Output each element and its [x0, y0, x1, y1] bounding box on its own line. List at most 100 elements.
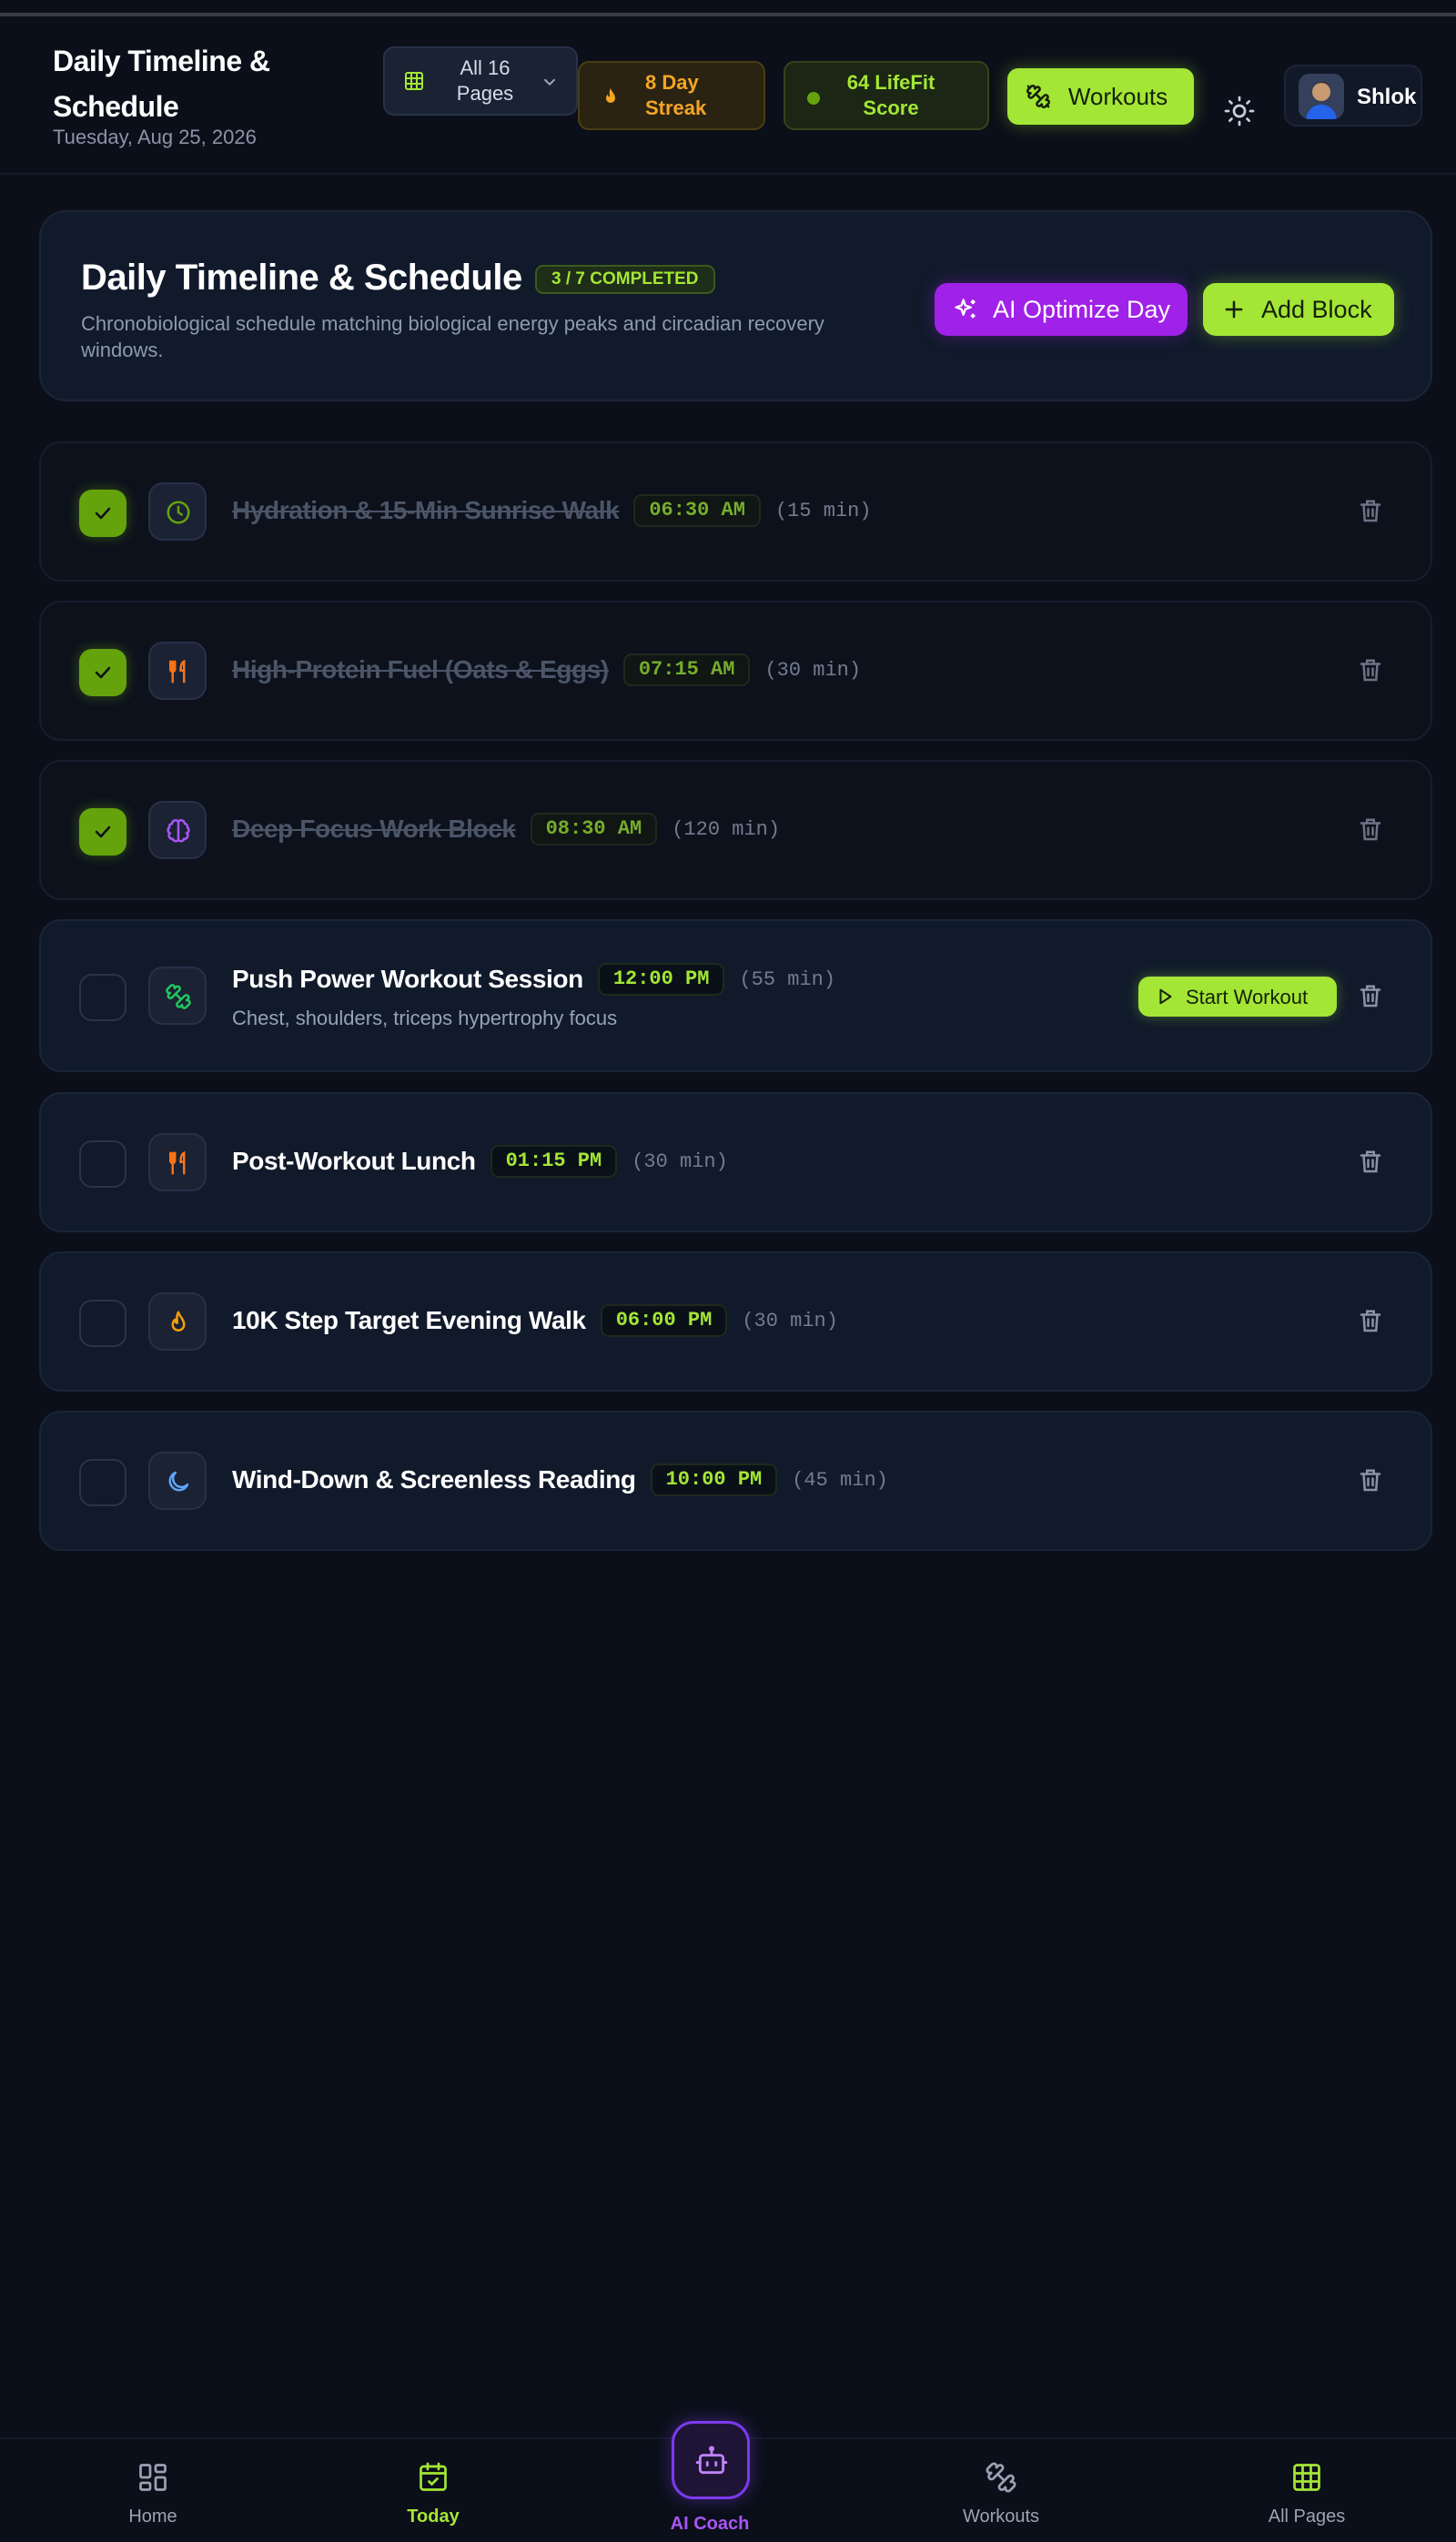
- trash-icon[interactable]: [1357, 816, 1384, 844]
- nav-home[interactable]: Home: [62, 2439, 244, 2542]
- nav-today-label: Today: [407, 2507, 460, 2527]
- completion-checkbox[interactable]: [79, 974, 126, 1021]
- activity-icon-tile: [148, 801, 207, 859]
- calendar-check-icon: [420, 2462, 447, 2491]
- nav-home-label: Home: [128, 2507, 177, 2527]
- header-title: Daily Timeline & Schedule: [53, 45, 270, 123]
- row-title-line: Hydration & 15-Min Sunrise Walk 06:30 AM…: [232, 494, 872, 527]
- moon-icon: [168, 1471, 189, 1492]
- activity-duration: (30 min): [764, 658, 862, 682]
- plus-icon: [1225, 300, 1243, 319]
- activity-time: 10:00 PM: [650, 1463, 778, 1496]
- activity-icon-tile: [148, 967, 207, 1025]
- row-title-line: Deep Focus Work Block 08:30 AM (120 min): [232, 813, 780, 846]
- user-menu[interactable]: Shlok: [1284, 65, 1422, 127]
- user-name: Shlok: [1357, 85, 1417, 109]
- add-block-label: Add Block: [1261, 296, 1372, 323]
- dashboard-icon: [139, 2464, 167, 2491]
- activity-icon-tile: [148, 1133, 207, 1191]
- trash-icon[interactable]: [1357, 1149, 1384, 1176]
- activity-icon-tile: [148, 642, 207, 700]
- activity-name: Deep Focus Work Block: [232, 815, 516, 843]
- streak-label: 8 Day Streak: [645, 71, 707, 119]
- completion-checkbox[interactable]: [79, 490, 126, 537]
- lifefit-score-label: 64 LifeFit Score: [846, 71, 935, 119]
- check-icon: [95, 507, 111, 520]
- streak-badge[interactable]: 8 Day Streak: [578, 61, 765, 130]
- avatar: [1299, 74, 1344, 119]
- timeline-row[interactable]: Wind-Down & Screenless Reading 10:00 PM …: [39, 1411, 1432, 1551]
- start-workout-label: Start Workout: [1186, 986, 1309, 1008]
- sparkles-icon: [955, 299, 976, 319]
- activity-icon-tile: [148, 482, 207, 541]
- app-header: Daily Timeline & Schedule Tuesday, Aug 2…: [0, 16, 1456, 175]
- activity-duration: (15 min): [774, 499, 872, 522]
- schedule-header-card: Daily Timeline & Schedule 3 / 7 COMPLETE…: [39, 210, 1432, 401]
- lifefit-score-badge[interactable]: 64 LifeFit Score: [784, 61, 989, 130]
- row-title-line: Wind-Down & Screenless Reading 10:00 PM …: [232, 1463, 888, 1496]
- row-title-line: Push Power Workout Session 12:00 PM (55 …: [232, 963, 835, 996]
- activity-name: High-Protein Fuel (Oats & Eggs): [232, 655, 609, 684]
- nav-all-pages-label: All Pages: [1268, 2507, 1346, 2527]
- nav-workouts[interactable]: Workouts: [910, 2439, 1092, 2542]
- workouts-button[interactable]: Workouts: [1007, 68, 1194, 125]
- trash-icon[interactable]: [1357, 983, 1384, 1010]
- brain-icon: [167, 819, 190, 843]
- timeline-row[interactable]: Hydration & 15-Min Sunrise Walk 06:30 AM…: [39, 441, 1432, 582]
- grid-icon: [405, 72, 423, 90]
- trash-icon[interactable]: [1357, 1467, 1384, 1494]
- all-pages-label: All 16 Pages: [456, 56, 514, 105]
- completion-badge: 3 / 7 COMPLETED: [535, 265, 715, 294]
- add-block-button[interactable]: Add Block: [1203, 283, 1394, 336]
- completion-checkbox[interactable]: [79, 649, 126, 696]
- timeline-row[interactable]: High-Protein Fuel (Oats & Eggs) 07:15 AM…: [39, 601, 1432, 741]
- play-icon: [1159, 988, 1172, 1005]
- activity-duration: (30 min): [632, 1149, 728, 1173]
- ai-optimize-label: AI Optimize Day: [993, 296, 1171, 323]
- activity-name: Hydration & 15-Min Sunrise Walk: [232, 496, 620, 524]
- activity-time: 07:15 AM: [622, 653, 751, 686]
- row-title-line: High-Protein Fuel (Oats & Eggs) 07:15 AM…: [232, 653, 861, 686]
- row-title-line: Post-Workout Lunch 01:15 PM (30 min): [232, 1145, 728, 1178]
- schedule-title: Daily Timeline & Schedule: [81, 258, 522, 298]
- all-pages-dropdown[interactable]: All 16 Pages: [383, 46, 578, 116]
- activity-name: Wind-Down & Screenless Reading: [232, 1465, 636, 1494]
- completion-checkbox[interactable]: [79, 1300, 126, 1347]
- trash-icon[interactable]: [1357, 1308, 1384, 1335]
- nav-ai-coach[interactable]: [672, 2421, 750, 2499]
- dumbbell-icon: [986, 2462, 1016, 2493]
- dumbbell-icon: [1026, 85, 1050, 108]
- check-icon: [95, 825, 111, 838]
- timeline-row[interactable]: Push Power Workout Session 12:00 PM (55 …: [39, 919, 1432, 1072]
- timeline-row[interactable]: Deep Focus Work Block 08:30 AM (120 min): [39, 760, 1432, 900]
- sun-icon[interactable]: [1223, 95, 1256, 127]
- ai-optimize-button[interactable]: AI Optimize Day: [935, 283, 1188, 336]
- workouts-label: Workouts: [1067, 83, 1168, 110]
- completion-checkbox[interactable]: [79, 1459, 126, 1506]
- bot-icon: [695, 2446, 728, 2475]
- completion-checkbox[interactable]: [79, 808, 126, 856]
- activity-time: 08:30 AM: [530, 813, 658, 846]
- schedule-description: Chronobiological schedule matching biolo…: [81, 312, 824, 361]
- trash-icon[interactable]: [1357, 657, 1384, 684]
- trash-icon[interactable]: [1357, 498, 1384, 525]
- utensils-icon: [169, 1150, 186, 1175]
- timeline-row[interactable]: 10K Step Target Evening Walk 06:00 PM (3…: [39, 1251, 1432, 1392]
- activity-icon-tile: [148, 1292, 207, 1351]
- nav-all-pages[interactable]: All Pages: [1216, 2439, 1398, 2542]
- activity-time: 12:00 PM: [597, 963, 725, 996]
- flame-icon: [171, 1311, 186, 1332]
- activity-icon-tile: [148, 1452, 207, 1510]
- activity-time: 06:00 PM: [600, 1304, 728, 1337]
- clock-icon: [167, 501, 190, 524]
- dumbbell-icon: [166, 984, 191, 1009]
- nav-today[interactable]: Today: [342, 2439, 524, 2542]
- completion-checkbox[interactable]: [79, 1140, 126, 1188]
- start-workout-button[interactable]: Start Workout: [1138, 977, 1337, 1017]
- activity-subtitle: Chest, shoulders, triceps hypertrophy fo…: [232, 1007, 618, 1029]
- timeline-row[interactable]: Post-Workout Lunch 01:15 PM (30 min): [39, 1092, 1432, 1232]
- status-dot: [807, 92, 820, 105]
- activity-duration: (120 min): [672, 817, 781, 841]
- bottom-navigation: Home Today AI Coach Workouts All Pages: [0, 2421, 1456, 2542]
- avatar-image: [1299, 74, 1344, 119]
